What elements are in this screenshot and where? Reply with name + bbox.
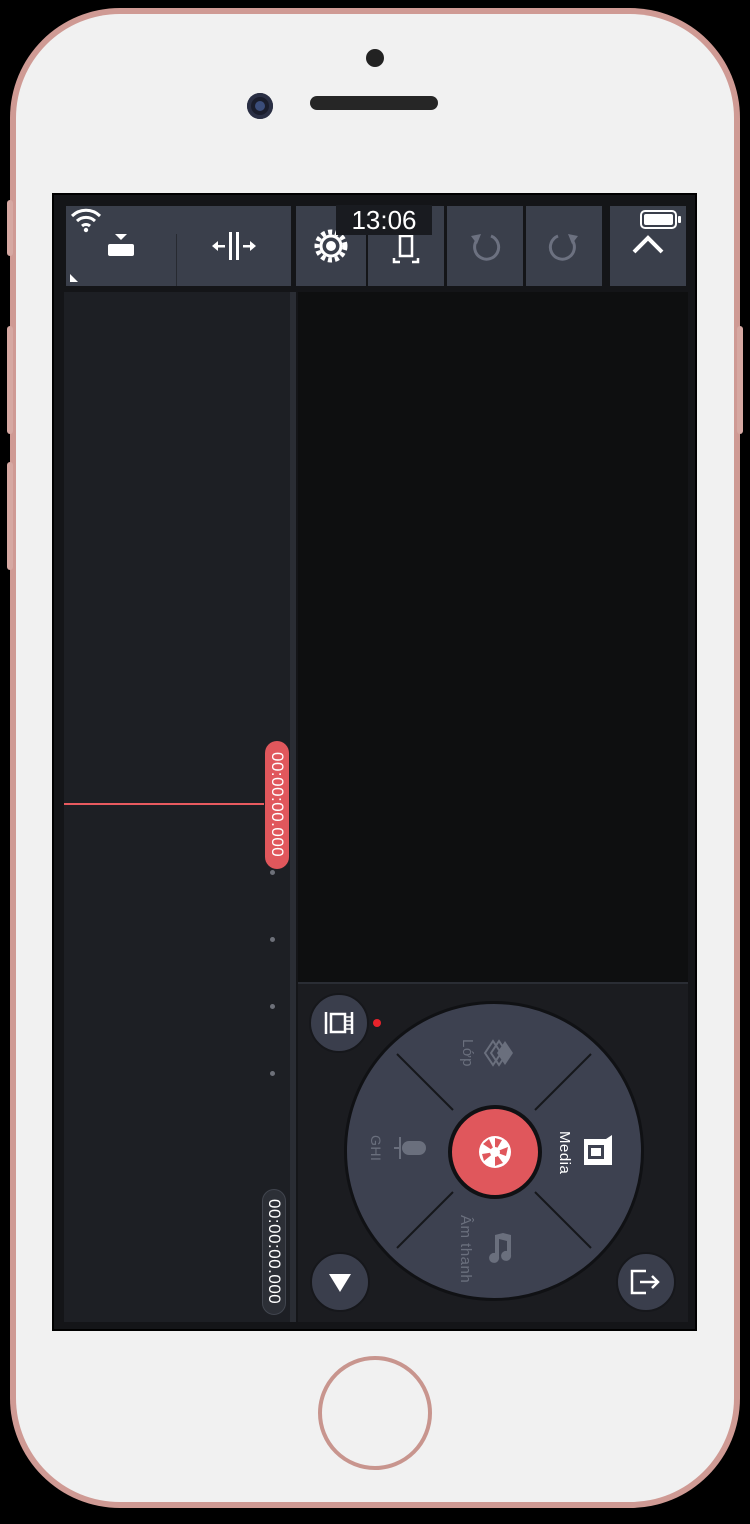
home-button[interactable] bbox=[318, 1356, 432, 1470]
microphone-icon bbox=[394, 1137, 426, 1159]
export-button[interactable] bbox=[616, 1252, 676, 1312]
media-button[interactable]: Media bbox=[554, 1125, 624, 1185]
camera-shutter-icon bbox=[479, 1136, 511, 1168]
wifi-icon bbox=[70, 208, 102, 233]
capture-button[interactable] bbox=[448, 1105, 542, 1199]
timeline-marker bbox=[270, 1004, 275, 1009]
video-preview[interactable] bbox=[298, 292, 688, 982]
split-icon bbox=[212, 232, 256, 260]
status-time: 13:06 bbox=[336, 205, 432, 235]
battery-icon bbox=[640, 210, 681, 229]
timeline-panel[interactable] bbox=[64, 292, 290, 1322]
timeline-marker bbox=[270, 937, 275, 942]
record-label: Ghi bbox=[368, 1135, 384, 1162]
chevron-up-icon bbox=[632, 235, 664, 254]
volume-down-button bbox=[7, 462, 13, 570]
redo-icon bbox=[548, 234, 578, 261]
redo-button[interactable] bbox=[526, 206, 602, 286]
triangle-down-icon bbox=[329, 1274, 351, 1292]
total-duration-badge: 00:00:00.000 bbox=[262, 1189, 286, 1315]
media-icon bbox=[584, 1135, 612, 1165]
audio-button[interactable]: Âm thanh bbox=[457, 1215, 527, 1287]
playhead-time: 00:00:00.000 bbox=[268, 752, 287, 858]
timeline-marker bbox=[270, 870, 275, 875]
mute-switch bbox=[7, 200, 13, 256]
volume-up-button bbox=[7, 326, 13, 434]
front-camera bbox=[247, 93, 273, 119]
earpiece-speaker bbox=[310, 96, 438, 110]
media-label: Media bbox=[556, 1131, 573, 1175]
layer-label: Lớp bbox=[459, 1039, 476, 1068]
undo-button[interactable] bbox=[447, 206, 523, 286]
export-icon bbox=[630, 1269, 660, 1295]
playhead-time-badge[interactable]: 00:00:00.000 bbox=[265, 741, 289, 869]
timeline-divider bbox=[290, 292, 296, 1322]
split-button[interactable] bbox=[177, 206, 291, 286]
record-button[interactable]: Ghi bbox=[364, 1131, 434, 1181]
app-screen: 13:06 00:00:00.000 00:00:00.000 Lớp Medi… bbox=[52, 193, 697, 1331]
music-note-icon bbox=[489, 1233, 512, 1263]
media-browser-icon bbox=[108, 234, 134, 256]
corner-indicator-icon bbox=[70, 274, 78, 282]
proximity-sensor bbox=[366, 49, 384, 67]
timeline-marker bbox=[270, 1071, 275, 1076]
layers-icon bbox=[483, 1039, 513, 1067]
playhead-line bbox=[64, 803, 264, 805]
power-button bbox=[737, 326, 743, 434]
undo-icon bbox=[471, 234, 501, 261]
layer-button[interactable]: Lớp bbox=[459, 1029, 519, 1079]
total-duration: 00:00:00.000 bbox=[265, 1199, 284, 1305]
audio-label: Âm thanh bbox=[457, 1215, 474, 1284]
collapse-panel-button[interactable] bbox=[310, 1252, 370, 1312]
